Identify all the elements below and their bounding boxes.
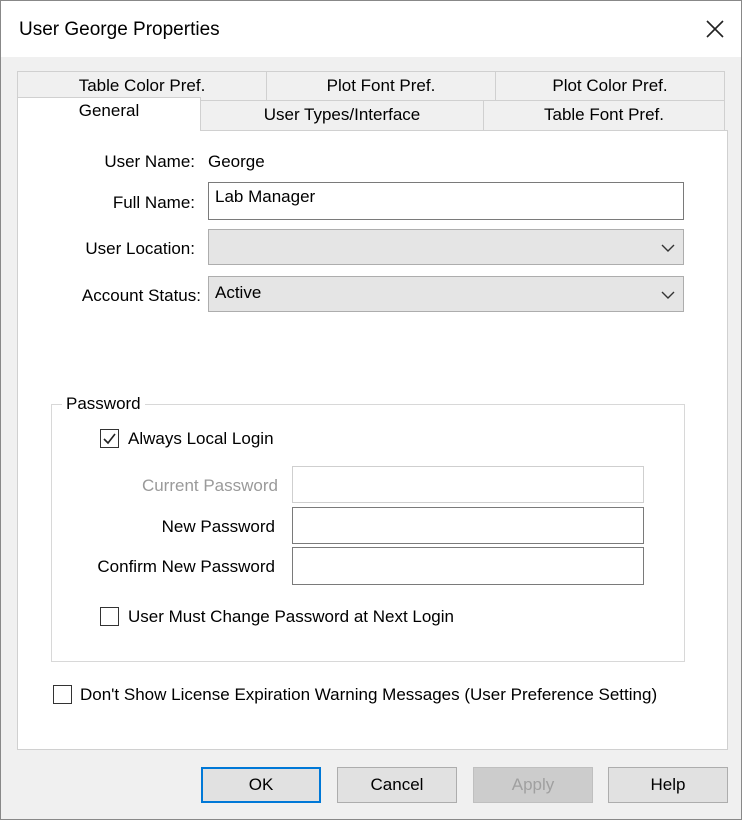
password-group-title: Password: [62, 394, 145, 414]
current-password-field[interactable]: [292, 466, 644, 503]
always-local-login-checkbox[interactable]: [100, 429, 119, 448]
confirm-password-label: Confirm New Password: [97, 557, 275, 576]
window-title: User George Properties: [19, 19, 220, 40]
account-status-select[interactable]: Active: [208, 276, 684, 312]
user-location-label: User Location:: [85, 239, 195, 258]
license-warning-checkbox[interactable]: [53, 685, 72, 704]
full-name-value: Lab Manager: [215, 187, 316, 206]
help-button[interactable]: Help: [608, 767, 728, 803]
cancel-button[interactable]: Cancel: [337, 767, 457, 803]
always-local-login-label: Always Local Login: [128, 429, 274, 448]
user-name-label: User Name:: [104, 152, 195, 171]
tab-plot-font-pref[interactable]: Plot Font Pref.: [266, 71, 496, 102]
tab-label: Plot Color Pref.: [552, 76, 668, 95]
tab-label: User Types/Interface: [263, 105, 421, 124]
properties-dialog: User George Properties Table Color Pref.…: [0, 0, 742, 820]
new-password-label: New Password: [161, 517, 275, 536]
tab-label: Plot Font Pref.: [326, 76, 436, 95]
full-name-label: Full Name:: [112, 193, 195, 212]
must-change-password-label: User Must Change Password at Next Login: [128, 607, 454, 626]
user-location-select[interactable]: [208, 229, 684, 265]
tab-label: General: [78, 101, 140, 120]
ok-button[interactable]: OK: [201, 767, 321, 803]
full-name-field[interactable]: Lab Manager: [208, 182, 684, 220]
tab-general[interactable]: General: [17, 97, 201, 131]
account-status-value: Active: [215, 283, 262, 302]
new-password-field[interactable]: [292, 507, 644, 544]
account-status-label: Account Status:: [81, 286, 201, 305]
tab-label: Table Font Pref.: [543, 105, 664, 124]
tab-table-font-pref[interactable]: Table Font Pref.: [483, 100, 725, 131]
chevron-down-icon: [661, 240, 675, 254]
must-change-password-checkbox[interactable]: [100, 607, 119, 626]
license-warning-label: Don't Show License Expiration Warning Me…: [80, 685, 658, 704]
tab-user-types-interface[interactable]: User Types/Interface: [200, 100, 484, 131]
chevron-down-icon: [661, 287, 675, 301]
user-name-value: George: [208, 152, 265, 171]
general-tab-panel: User Name: George Full Name: Lab Manager…: [17, 130, 728, 750]
current-password-label: Current Password: [141, 476, 278, 495]
confirm-password-field[interactable]: [292, 547, 644, 585]
checkmark-icon: [103, 433, 116, 445]
tab-label: Table Color Pref.: [78, 76, 206, 95]
title-bar: User George Properties: [1, 1, 741, 57]
apply-button[interactable]: Apply: [473, 767, 593, 803]
close-icon[interactable]: [701, 15, 729, 43]
tab-plot-color-pref[interactable]: Plot Color Pref.: [495, 71, 725, 102]
